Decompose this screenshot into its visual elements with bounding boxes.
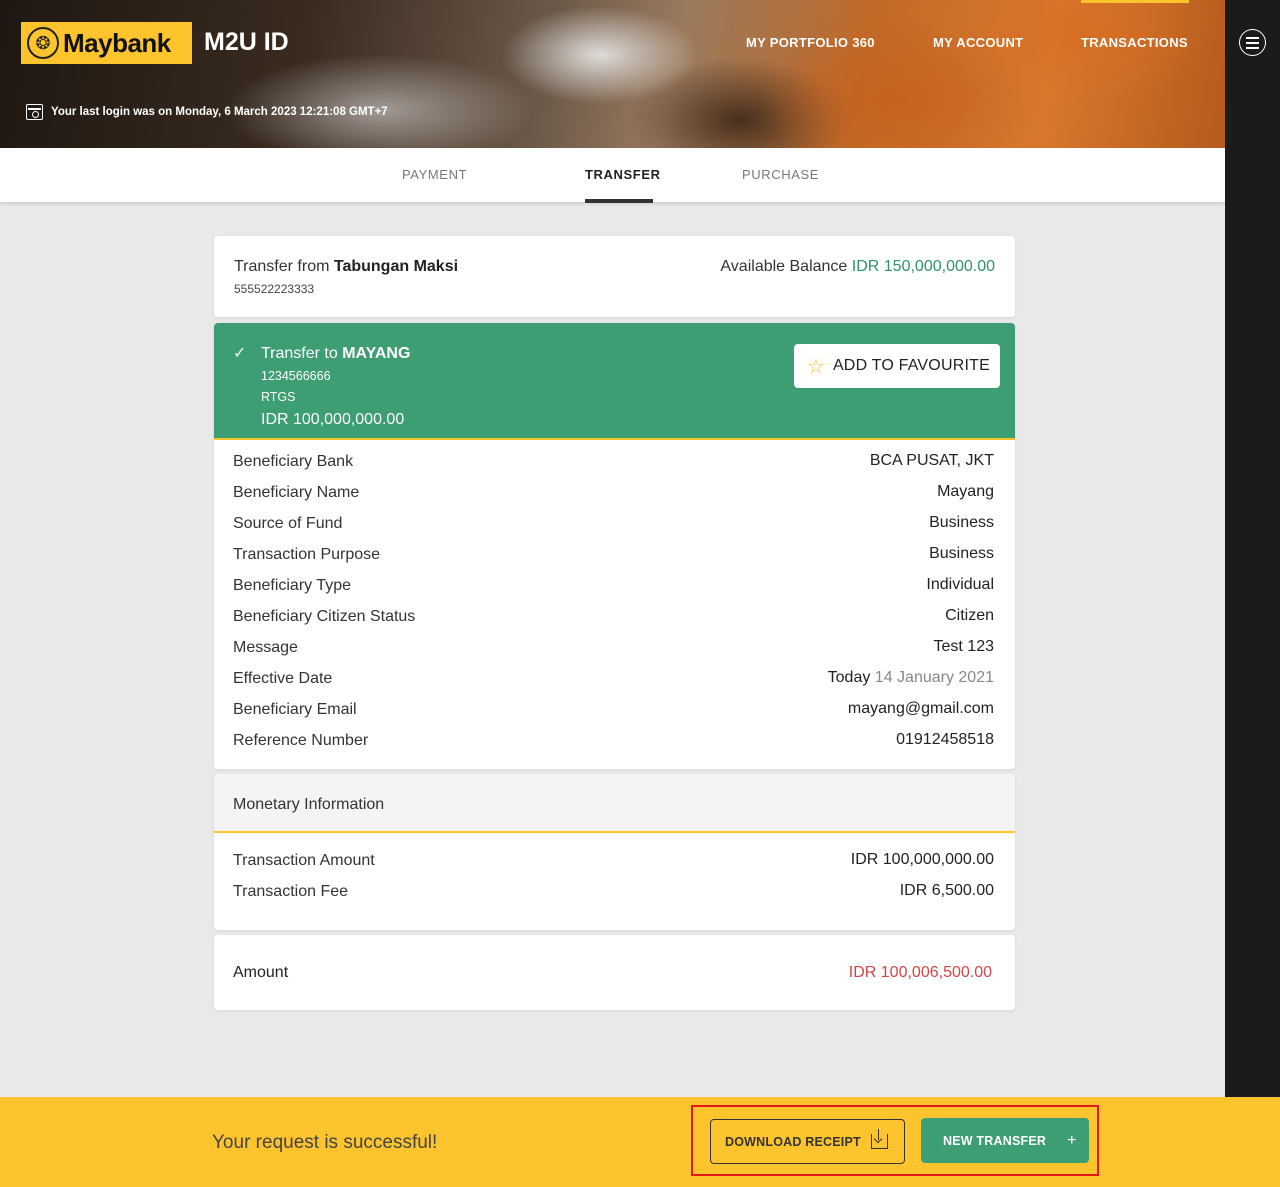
transfer-amount: IDR 100,000,000.00 xyxy=(261,411,405,428)
nav-my-portfolio[interactable]: MY PORTFOLIO 360 xyxy=(746,35,875,50)
monetary-info-title: Monetary Information xyxy=(233,796,385,813)
beneficiary-account-number: 1234566666 xyxy=(261,369,331,383)
success-message: Your request is successful! xyxy=(212,1132,438,1153)
check-icon: ✓ xyxy=(233,345,247,362)
tab-transfer[interactable]: TRANSFER xyxy=(585,167,661,182)
tiger-icon: ❂ xyxy=(27,27,59,59)
monetary-row-fee: Transaction Fee IDR 6,500.00 xyxy=(233,882,994,900)
nav-transactions[interactable]: TRANSACTIONS xyxy=(1081,35,1188,50)
tab-purchase[interactable]: PURCHASE xyxy=(742,167,819,182)
star-icon: ☆ xyxy=(807,355,825,378)
detail-row-transaction-purpose: Transaction Purpose Business xyxy=(233,545,994,563)
detail-row-message: Message Test 123 xyxy=(233,638,994,656)
transfer-from-label: Transfer from Tabungan Maksi xyxy=(234,258,459,275)
detail-row-source-of-fund: Source of Fund Business xyxy=(233,514,994,532)
total-amount-value: IDR 100,006,500.00 xyxy=(848,964,992,981)
success-footer: Your request is successful! DOWNLOAD REC… xyxy=(0,1097,1280,1187)
transfer-method: RTGS xyxy=(261,390,296,404)
available-balance: Available Balance IDR 150,000,000.00 xyxy=(720,258,995,275)
available-balance-value: IDR 150,000,000.00 xyxy=(851,258,995,275)
monetary-info-header: Monetary Information xyxy=(214,774,1015,833)
beneficiary-name-heading: MAYANG xyxy=(342,345,411,362)
transfer-details-card: ✓ Transfer to MAYANG 1234566666 RTGS IDR… xyxy=(214,323,1015,769)
source-account-number: 555522223333 xyxy=(234,282,315,296)
monetary-rows: Transaction Amount IDR 100,000,000.00 Tra… xyxy=(214,851,1015,913)
total-amount-label: Amount xyxy=(233,964,289,981)
detail-row-beneficiary-name: Beneficiary Name Mayang xyxy=(233,483,994,501)
active-nav-accent xyxy=(1081,0,1189,3)
tab-payment[interactable]: PAYMENT xyxy=(402,167,467,182)
detail-row-effective-date: Effective Date Today 14 January 2021 xyxy=(233,669,994,687)
transfer-from-card: Transfer from Tabungan Maksi 55552222333… xyxy=(214,236,1015,317)
active-tab-indicator xyxy=(585,199,653,203)
detail-row-citizen-status: Beneficiary Citizen Status Citizen xyxy=(233,607,994,625)
detail-rows: Beneficiary Bank BCA PUSAT, JKT Beneficia… xyxy=(214,452,1015,762)
transfer-to-label: Transfer to MAYANG xyxy=(261,345,411,362)
nav-my-account[interactable]: MY ACCOUNT xyxy=(933,35,1023,50)
maybank-logo[interactable]: ❂ Maybank xyxy=(21,22,192,64)
side-rail xyxy=(1225,0,1280,1097)
last-login-text: Your last login was on Monday, 6 March 2… xyxy=(51,106,388,118)
detail-row-beneficiary-bank: Beneficiary Bank BCA PUSAT, JKT xyxy=(233,452,994,470)
source-account-name: Tabungan Maksi xyxy=(333,258,459,275)
brand-name: Maybank xyxy=(63,27,171,58)
add-to-favourite-button[interactable]: ☆ ADD TO FAVOURITE xyxy=(794,344,1000,388)
new-transfer-button[interactable]: NEW TRANSFER + xyxy=(921,1118,1089,1163)
monetary-row-amount: Transaction Amount IDR 100,000,000.00 xyxy=(233,851,994,869)
monetary-info-card: Monetary Information Transaction Amount I… xyxy=(214,774,1015,930)
plus-icon: + xyxy=(1067,1131,1077,1149)
header-banner: ❂ Maybank M2U ID MY PORTFOLIO 360 MY ACC… xyxy=(0,0,1225,148)
detail-row-reference-number: Reference Number 01912458518 xyxy=(233,731,994,749)
app-name: M2U ID xyxy=(204,28,289,56)
download-icon xyxy=(870,1129,888,1149)
calendar-icon xyxy=(26,104,43,120)
download-receipt-button[interactable]: DOWNLOAD RECEIPT xyxy=(710,1119,905,1164)
transfer-to-header: ✓ Transfer to MAYANG 1234566666 RTGS IDR… xyxy=(214,323,1015,440)
hamburger-menu-icon[interactable] xyxy=(1239,29,1266,56)
detail-row-beneficiary-email: Beneficiary Email mayang@gmail.com xyxy=(233,700,994,718)
detail-row-beneficiary-type: Beneficiary Type Individual xyxy=(233,576,994,594)
total-amount-card: Amount IDR 100,006,500.00 xyxy=(214,935,1015,1010)
tab-bar: PAYMENT TRANSFER PURCHASE xyxy=(0,148,1225,203)
last-login-info: Your last login was on Monday, 6 March 2… xyxy=(26,104,388,120)
